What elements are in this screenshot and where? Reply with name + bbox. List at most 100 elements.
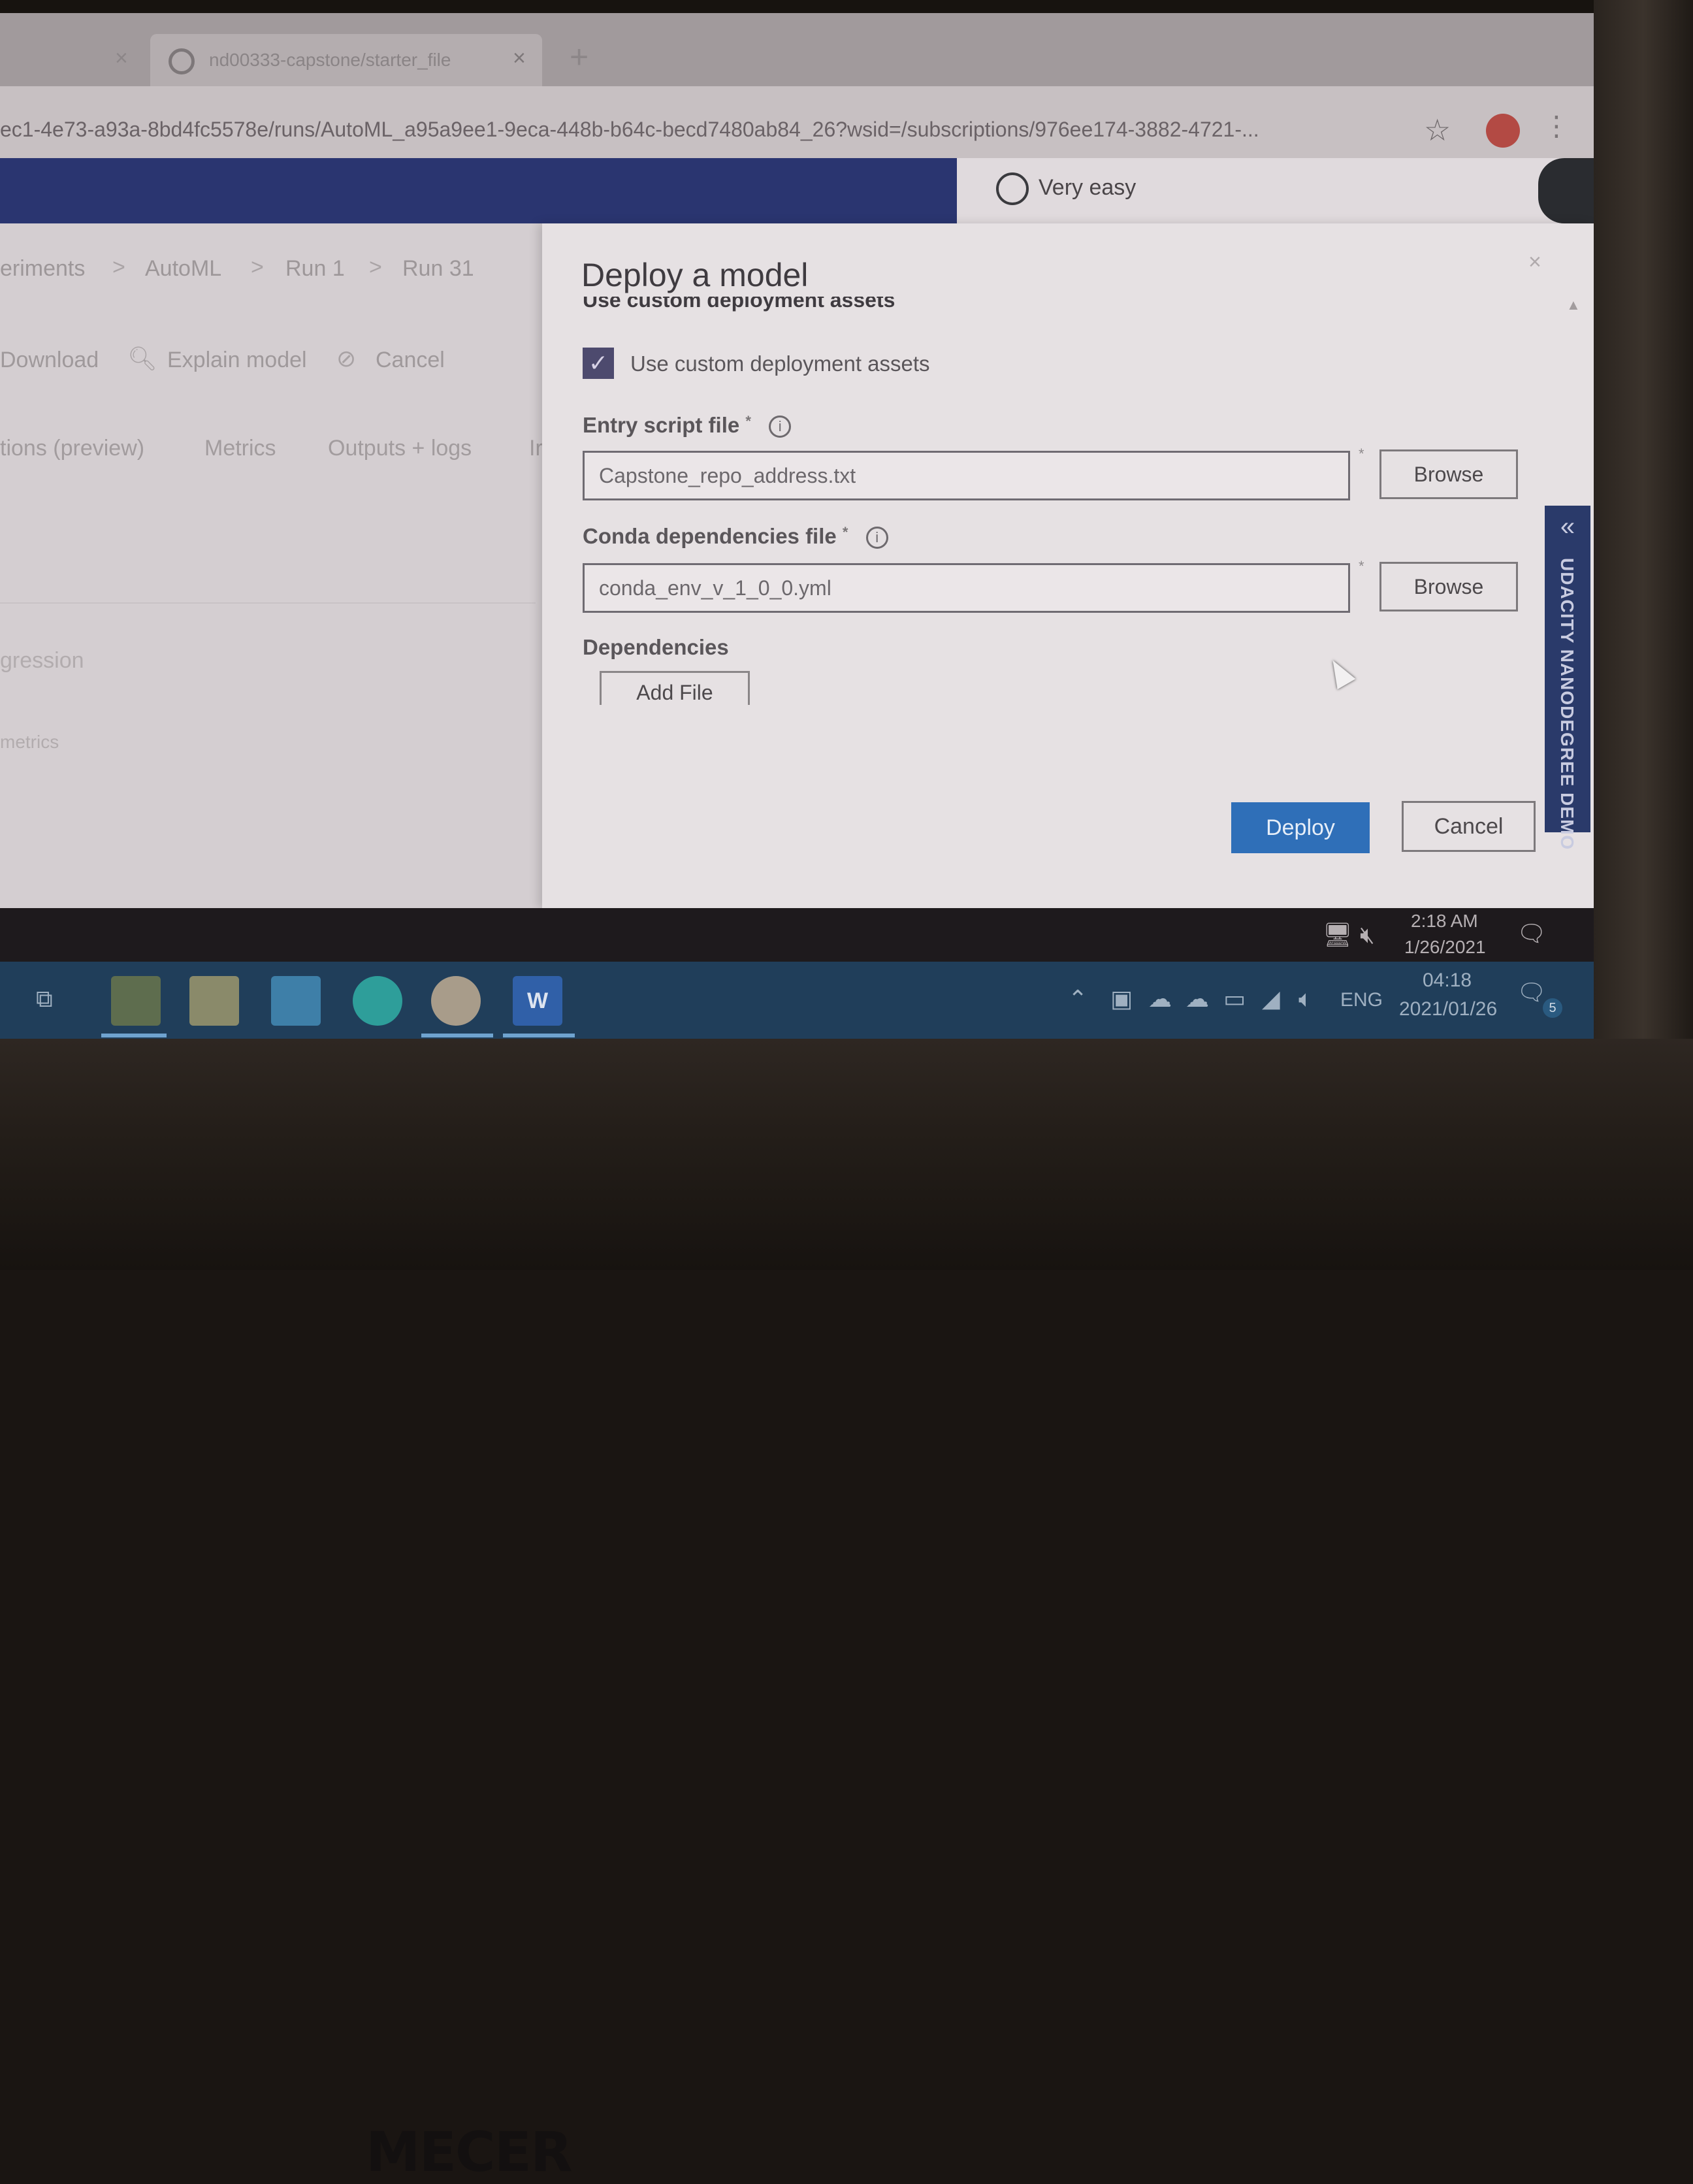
remote-clock-date: 1/26/2021	[1404, 937, 1486, 957]
scroll-up-icon[interactable]: ▲	[1566, 297, 1581, 314]
language-indicator[interactable]: ENG	[1340, 989, 1383, 1011]
cancel-run-button[interactable]: Cancel	[376, 348, 445, 373]
previous-tab-close-icon[interactable]: ×	[115, 46, 128, 71]
required-marker: *	[1359, 558, 1364, 574]
close-icon[interactable]: ×	[1528, 250, 1541, 275]
edge-icon[interactable]	[353, 976, 402, 1026]
onedrive-icon[interactable]: ☁	[1148, 985, 1172, 1013]
action-center-icon[interactable]: 🗨︎	[1517, 920, 1547, 947]
monitor-bezel-top	[0, 0, 1693, 13]
deploy-model-panel: Deploy a model × Use custom deployment a…	[542, 223, 1594, 908]
panel-title: Deploy a model	[581, 257, 809, 293]
breadcrumb-automl[interactable]: AutoML	[145, 256, 221, 282]
meet-now-icon[interactable]: ▣	[1110, 985, 1133, 1013]
udacity-side-tab[interactable]: « UDACITY NANODEGREE DEMO	[1545, 506, 1590, 850]
profile-avatar[interactable]	[1486, 114, 1520, 148]
very-easy-radio[interactable]	[996, 172, 1029, 205]
notification-count-badge: 5	[1543, 998, 1562, 1018]
dependencies-label: Dependencies	[583, 635, 729, 659]
breadcrumb-run-31: Run 31	[402, 256, 474, 281]
browser-tab-strip: × nd00333-capstone/starter_file × +	[0, 13, 1594, 86]
divider	[0, 602, 536, 604]
monitor-brand-logo: MECER	[366, 2120, 573, 2184]
run-details-page: eriments > AutoML > Run 1 > Run 31 Downl…	[0, 223, 543, 908]
github-icon	[169, 48, 195, 74]
breadcrumb-separator: >	[369, 255, 382, 280]
deploy-button[interactable]: Deploy	[1231, 802, 1370, 853]
entry-script-browse-button[interactable]: Browse	[1379, 449, 1518, 499]
volume-icon[interactable]: 🔈︎	[1298, 985, 1313, 1013]
required-marker: *	[745, 413, 751, 429]
screen: × nd00333-capstone/starter_file × + ec1-…	[0, 13, 1594, 1039]
feedback-survey: Very easy	[957, 158, 1594, 223]
battery-icon[interactable]: ▭	[1223, 985, 1246, 1013]
url-field[interactable]: ec1-4e73-a93a-8bd4fc5578e/runs/AutoML_a9…	[0, 118, 1259, 142]
taskbar-clock-time[interactable]: 04:18	[1423, 970, 1472, 992]
survey-scroll-handle	[1538, 158, 1594, 223]
taskbar-clock-date[interactable]: 2021/01/26	[1399, 998, 1497, 1020]
metrics-label: metrics	[0, 732, 59, 752]
bookmark-star-icon[interactable]: ☆	[1424, 112, 1451, 148]
onedrive-business-icon[interactable]: ☁	[1185, 985, 1209, 1013]
store-icon[interactable]	[189, 976, 239, 1026]
address-bar: ec1-4e73-a93a-8bd4fc5578e/runs/AutoML_a9…	[0, 86, 1594, 158]
mail-icon[interactable]	[271, 976, 321, 1026]
tab-explanations[interactable]: tions (preview)	[0, 436, 144, 461]
tab-metrics[interactable]: Metrics	[204, 436, 276, 461]
entry-script-label-text: Entry script file	[583, 413, 740, 437]
required-marker: *	[842, 524, 848, 540]
custom-assets-checkbox[interactable]: ✓	[583, 348, 614, 379]
new-tab-button[interactable]: +	[570, 38, 589, 76]
active-app-indicator	[503, 1034, 575, 1037]
add-file-button[interactable]: Add File	[600, 671, 750, 705]
muted-speaker-icon[interactable]: 🔇︎	[1360, 921, 1375, 949]
app-top-bar	[0, 158, 957, 223]
entry-script-label: Entry script file * i	[583, 413, 792, 438]
wifi-icon[interactable]: ◢	[1262, 985, 1280, 1013]
section-heading: Use custom deployment assets	[583, 297, 895, 312]
explain-model-icon: 🔍︎	[127, 345, 157, 372]
breadcrumb-separator: >	[251, 255, 264, 280]
conda-deps-label: Conda dependencies file * i	[583, 524, 888, 549]
cancel-run-icon: ⊘	[336, 345, 357, 372]
breadcrumb-separator: >	[112, 255, 125, 280]
word-icon[interactable]: W	[513, 976, 562, 1026]
remote-clock-time: 2:18 AM	[1411, 911, 1478, 931]
file-explorer-icon[interactable]	[111, 976, 161, 1026]
entry-script-input[interactable]: Capstone_repo_address.txt	[583, 451, 1350, 500]
cancel-button[interactable]: Cancel	[1402, 801, 1536, 852]
tab-close-icon[interactable]: ×	[513, 46, 526, 71]
active-app-indicator	[421, 1034, 493, 1037]
download-button[interactable]: Download	[0, 348, 99, 373]
conda-deps-label-text: Conda dependencies file	[583, 524, 837, 548]
tab-more[interactable]: Ir	[529, 436, 543, 461]
network-icon[interactable]: 🖥︎	[1323, 921, 1353, 949]
monitor-bezel-bottom: MECER	[0, 1039, 1693, 2184]
mouse-cursor-icon	[1323, 655, 1356, 690]
conda-deps-input[interactable]: conda_env_v_1_0_0.yml	[583, 563, 1350, 613]
remote-system-tray: 🖥︎ 🔇︎ 2:18 AM 1/26/2021 🗨︎	[0, 908, 1594, 962]
task-view-icon[interactable]: ⧉	[36, 985, 53, 1013]
chrome-icon[interactable]	[431, 976, 481, 1026]
explain-model-button[interactable]: Explain model	[167, 348, 307, 373]
tab-title: nd00333-capstone/starter_file	[209, 50, 451, 70]
tab-outputs-logs[interactable]: Outputs + logs	[328, 436, 472, 461]
notifications-icon[interactable]: 🗨︎	[1517, 979, 1547, 1006]
browser-tab-active[interactable]: nd00333-capstone/starter_file ×	[150, 34, 542, 86]
conda-deps-browse-button[interactable]: Browse	[1379, 562, 1518, 611]
info-icon[interactable]: i	[769, 416, 792, 438]
info-icon[interactable]: i	[865, 527, 888, 549]
active-app-indicator	[101, 1034, 167, 1037]
azure-ml-app: Very easy eriments > AutoML > Run 1 > Ru…	[0, 158, 1594, 908]
task-type-value: gression	[0, 648, 84, 673]
breadcrumb-run-1[interactable]: Run 1	[285, 256, 345, 282]
udacity-label: UDACITY NANODEGREE DEMO	[1557, 558, 1577, 851]
breadcrumb-experiments[interactable]: eriments	[0, 256, 85, 282]
survey-option-label: Very easy	[1039, 175, 1137, 200]
local-taskbar: ⧉ W ⌃ ▣ ☁ ☁ ▭ ◢ 🔈︎ ENG 04:18 2021/01/26 …	[0, 962, 1594, 1039]
show-hidden-icons-chevron-icon[interactable]: ⌃	[1068, 985, 1088, 1013]
checkbox-label: Use custom deployment assets	[630, 351, 930, 376]
browser-menu-icon[interactable]: ⋮	[1543, 110, 1570, 142]
required-marker: *	[1359, 446, 1364, 462]
collapse-chevron-icon[interactable]: «	[1545, 512, 1590, 542]
